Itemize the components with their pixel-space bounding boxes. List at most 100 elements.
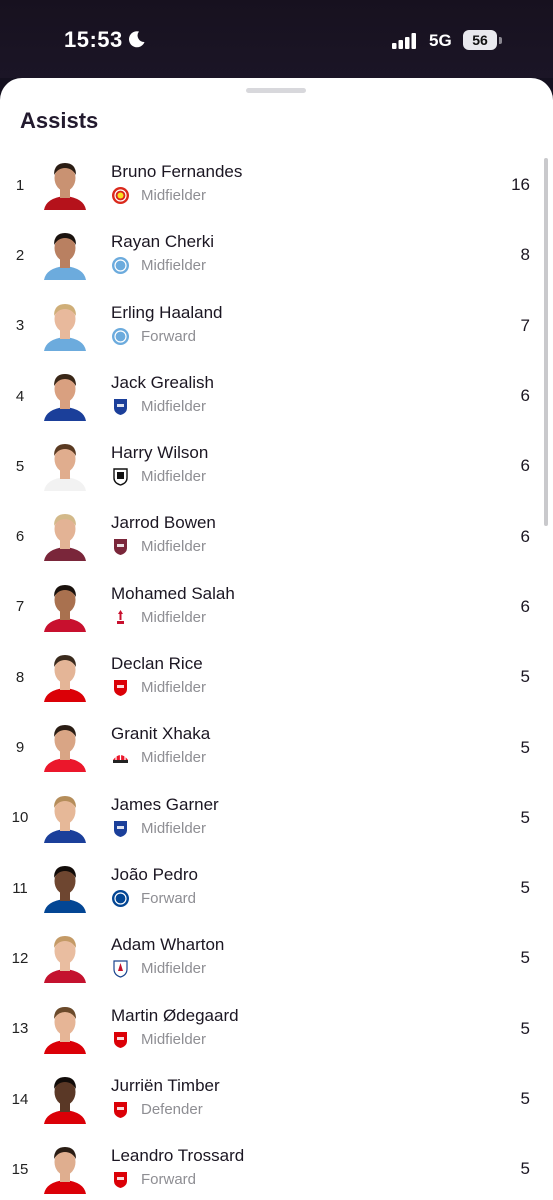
- assist-count: 8: [520, 245, 530, 265]
- player-row[interactable]: 1 Bruno Fernandes Midfielder 16: [0, 150, 553, 220]
- player-row[interactable]: 4 Jack Grealish Midfielder 6: [0, 361, 553, 431]
- battery-icon: 56: [463, 30, 497, 50]
- assist-count: 5: [520, 948, 530, 968]
- player-row[interactable]: 5 Harry Wilson Midfielder 6: [0, 431, 553, 501]
- player-row[interactable]: 7 Mohamed Salah Midfielder 6: [0, 572, 553, 642]
- player-name: Leandro Trossard: [111, 1146, 245, 1166]
- fulham-badge-icon: [113, 468, 128, 486]
- status-bar: 15:53 5G 56: [0, 0, 553, 78]
- arsenal-badge-icon: [114, 680, 127, 697]
- rank-number: 3: [15, 317, 25, 335]
- rank-number: 6: [15, 528, 25, 546]
- assist-count: 6: [520, 386, 530, 406]
- player-name: Martin Ødegaard: [111, 1005, 239, 1025]
- assist-count: 7: [520, 315, 530, 335]
- player-avatar-icon: [44, 655, 86, 703]
- player-name: Erling Haaland: [111, 302, 223, 322]
- player-avatar-icon: [44, 444, 86, 492]
- everton-badge-icon: [114, 820, 127, 837]
- clock: 15:53: [64, 27, 123, 52]
- player-row[interactable]: 13 Martin Ødegaard Midfielder 5: [0, 994, 553, 1064]
- player-avatar-icon: [44, 233, 86, 281]
- player-position: Defender: [141, 1100, 203, 1118]
- west-ham-badge-icon: [114, 539, 127, 556]
- player-position: Midfielder: [141, 187, 207, 204]
- player-position: Midfielder: [141, 468, 207, 486]
- player-position: Midfielder: [141, 960, 207, 978]
- page-title: Assists: [20, 108, 99, 133]
- player-row[interactable]: 14 Jurriën Timber Defender 5: [0, 1064, 553, 1134]
- player-row[interactable]: 2 Rayan Cherki Midfielder 8: [0, 220, 553, 290]
- chelsea-badge-icon: [112, 889, 129, 907]
- arsenal-badge-icon: [114, 1101, 127, 1118]
- player-row[interactable]: 12 Adam Wharton Midfielder 5: [0, 923, 553, 993]
- player-row[interactable]: 15 Leandro Trossard Forward 5: [0, 1134, 553, 1200]
- player-position: Midfielder: [141, 819, 207, 837]
- player-name: João Pedro: [111, 864, 198, 884]
- player-position: Midfielder: [141, 257, 207, 275]
- sunderland-badge-icon: [113, 752, 128, 764]
- player-name: Jarrod Bowen: [111, 513, 216, 533]
- player-position: Midfielder: [141, 679, 207, 697]
- player-name: Bruno Fernandes: [111, 162, 243, 181]
- assist-count: 5: [520, 737, 530, 757]
- assist-count: 16: [511, 175, 530, 195]
- player-avatar-icon: [44, 163, 86, 210]
- player-row[interactable]: 11 João Pedro Forward 5: [0, 853, 553, 923]
- assist-count: 5: [520, 1159, 530, 1179]
- player-position: Midfielder: [141, 397, 207, 415]
- sheet-grab-handle[interactable]: [246, 88, 306, 93]
- liverpool-badge-icon: [117, 609, 124, 624]
- player-position: Forward: [141, 1171, 197, 1189]
- player-position: Forward: [141, 327, 197, 345]
- assist-count: 6: [520, 526, 530, 546]
- player-avatar-icon: [44, 303, 86, 351]
- manchester-city-badge-icon: [112, 257, 129, 275]
- player-name: Adam Wharton: [111, 935, 225, 955]
- manchester-united-badge-icon: [112, 187, 129, 204]
- player-avatar-icon: [44, 865, 86, 913]
- player-avatar-icon: [44, 795, 86, 843]
- moon-icon: [128, 31, 145, 48]
- assist-count: 5: [520, 878, 530, 898]
- rank-number: 14: [11, 1090, 29, 1108]
- battery-tip: [499, 37, 502, 44]
- rank-number: 1: [15, 176, 25, 194]
- rank-number: 7: [15, 598, 25, 616]
- player-avatar-icon: [44, 514, 86, 562]
- player-row[interactable]: 9 Granit Xhaka Midfielder 5: [0, 712, 553, 782]
- rank-number: 8: [15, 668, 25, 686]
- player-avatar-icon: [44, 1006, 86, 1054]
- player-name: Rayan Cherki: [111, 232, 214, 252]
- rank-number: 10: [11, 809, 29, 827]
- rank-number: 12: [11, 949, 29, 967]
- player-position: Midfielder: [141, 538, 207, 556]
- assist-count: 5: [520, 667, 530, 687]
- arsenal-badge-icon: [114, 1031, 127, 1048]
- assist-count: 6: [520, 456, 530, 476]
- assists-sheet: Assists 1 Bruno Fernandes Midfielder 16 2 Ray…: [0, 78, 553, 1200]
- player-row[interactable]: 6 Jarrod Bowen Midfielder 6: [0, 501, 553, 571]
- player-avatar-icon: [44, 584, 86, 632]
- assist-count: 6: [520, 596, 530, 616]
- player-avatar-icon: [44, 1076, 86, 1124]
- assist-count: 5: [520, 1018, 530, 1038]
- rank-number: 9: [15, 739, 25, 757]
- player-name: Jack Grealish: [111, 372, 214, 392]
- rank-number: 13: [11, 1020, 29, 1038]
- player-position: Forward: [141, 889, 197, 907]
- player-name: Harry Wilson: [111, 443, 209, 463]
- player-avatar-icon: [44, 1147, 86, 1195]
- player-name: Mohamed Salah: [111, 583, 235, 603]
- player-row[interactable]: 8 Declan Rice Midfielder 5: [0, 642, 553, 712]
- manchester-city-badge-icon: [112, 327, 129, 345]
- player-row[interactable]: 10 James Garner Midfielder 5: [0, 783, 553, 853]
- rank-number: 11: [12, 879, 28, 897]
- assist-count: 5: [520, 807, 530, 827]
- network-label: 5G: [429, 31, 452, 50]
- player-list: 1 Bruno Fernandes Midfielder 16 2 Rayan Cherk…: [0, 150, 553, 1200]
- rank-number: 4: [15, 387, 25, 405]
- rank-number: 5: [15, 457, 25, 475]
- player-row[interactable]: 3 Erling Haaland Forward 7: [0, 291, 553, 361]
- player-name: Jurriën Timber: [111, 1075, 220, 1095]
